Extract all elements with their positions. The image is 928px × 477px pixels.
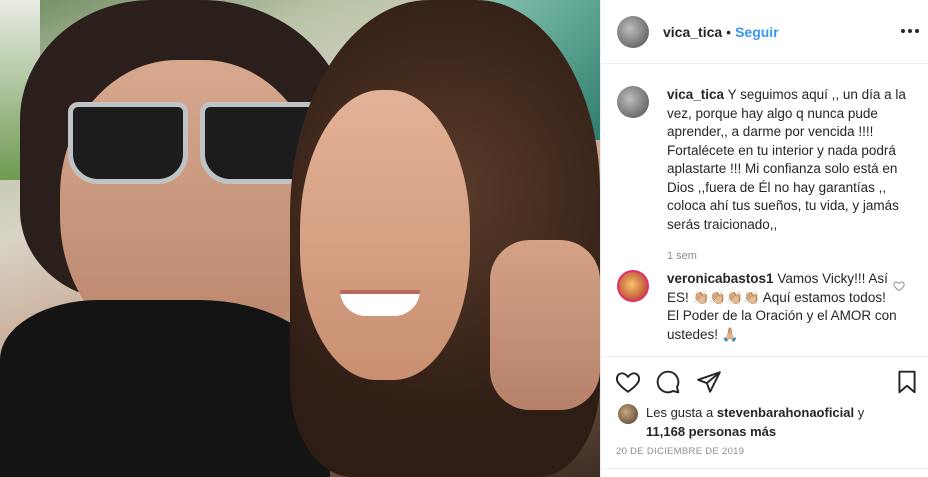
likes-summary: Les gusta a stevenbarahonaoficial y 11,1…	[618, 403, 864, 441]
likes-count[interactable]: 11,168 personas más	[646, 424, 776, 439]
likes-conjunction: y	[857, 405, 865, 420]
avatar[interactable]	[617, 15, 649, 48]
likes-prefix: Les gusta a	[646, 405, 714, 420]
avatar[interactable]	[618, 404, 638, 424]
caption-body: Y seguimos aquí ,, un día a la vez, porq…	[667, 87, 906, 232]
photo-sunglasses	[68, 102, 188, 184]
more-options-icon[interactable]	[901, 22, 919, 40]
divider	[600, 468, 928, 469]
heart-icon[interactable]	[615, 369, 641, 395]
likes-user[interactable]: stevenbarahonaoficial	[717, 405, 854, 420]
avatar[interactable]	[617, 86, 649, 118]
comment-like-heart-icon[interactable]	[893, 280, 905, 292]
comment-username[interactable]: veronicabastos1	[667, 271, 774, 286]
bookmark-icon[interactable]	[894, 369, 920, 395]
share-icon[interactable]	[696, 369, 722, 395]
post-date[interactable]: 20 DE DICIEMBRE DE 2019	[616, 446, 744, 457]
caption-time: 1 sem	[667, 250, 697, 262]
separator-dot: •	[726, 23, 732, 40]
post-header: vica_tica • Seguir	[601, 0, 928, 64]
comment-icon[interactable]	[655, 369, 681, 395]
photo-hand	[490, 240, 600, 410]
header-username[interactable]: vica_tica	[663, 24, 722, 40]
caption-text: vica_tica Y seguimos aquí ,, un día a la…	[667, 86, 917, 234]
photo-woman-face	[300, 90, 470, 380]
caption-username[interactable]: vica_tica	[667, 87, 724, 102]
comment: veronicabastos1 Vamos Vicky!!! Así ES! 👏…	[617, 270, 917, 344]
caption: vica_tica Y seguimos aquí ,, un día a la…	[617, 86, 917, 234]
follow-button[interactable]: Seguir	[735, 24, 779, 40]
post-photo[interactable]	[0, 0, 600, 477]
likes-text: Les gusta a stevenbarahonaoficial y 11,1…	[646, 403, 864, 441]
action-bar	[600, 356, 928, 406]
avatar[interactable]	[617, 270, 649, 302]
comment-text: veronicabastos1 Vamos Vicky!!! Así ES! 👏…	[667, 270, 897, 344]
photo-man-jacket	[0, 300, 330, 477]
